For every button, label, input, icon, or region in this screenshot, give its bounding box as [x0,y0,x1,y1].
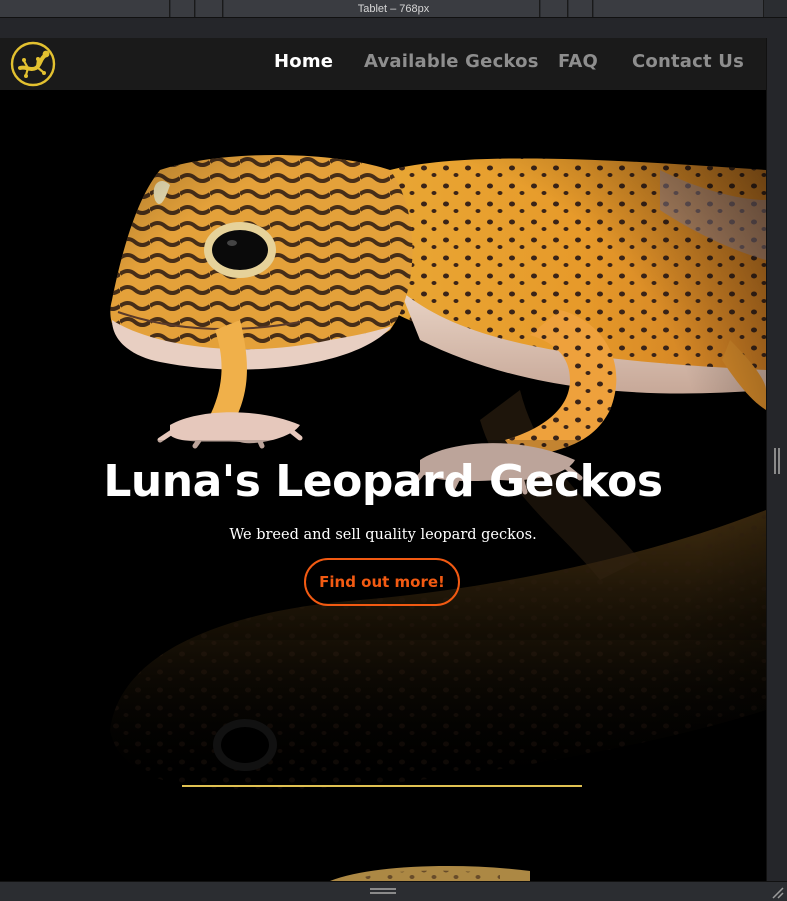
nav-link-faq[interactable]: FAQ [558,51,598,72]
find-out-more-button[interactable]: Find out more! [304,558,460,606]
hero-section: Luna's Leopard Geckos We breed and sell … [0,90,766,881]
nav-link-contact-us[interactable]: Contact Us [632,51,744,72]
vertical-resize-handle[interactable] [766,38,787,881]
gecko-icon[interactable] [10,41,56,87]
hero-subtitle: We breed and sell quality leopard geckos… [229,527,537,543]
nav-link-home[interactable]: Home [274,51,333,72]
grip-icon [370,888,396,895]
hero-title: Luna's Leopard Geckos [103,456,663,507]
page-viewport: Home Available Geckos FAQ Contact Us Lun… [0,38,766,881]
editor-gutter [0,18,787,38]
resize-corner-icon[interactable] [770,885,784,899]
navbar: Home Available Geckos FAQ Contact Us [0,38,766,90]
editor-ruler: Tablet – 768px [0,0,787,18]
grip-icon [774,448,781,474]
horizontal-resize-handle[interactable] [0,881,787,901]
section-divider [182,785,582,787]
viewport-size-label: Tablet – 768px [357,3,430,15]
nav-link-available-geckos[interactable]: Available Geckos [364,51,539,72]
